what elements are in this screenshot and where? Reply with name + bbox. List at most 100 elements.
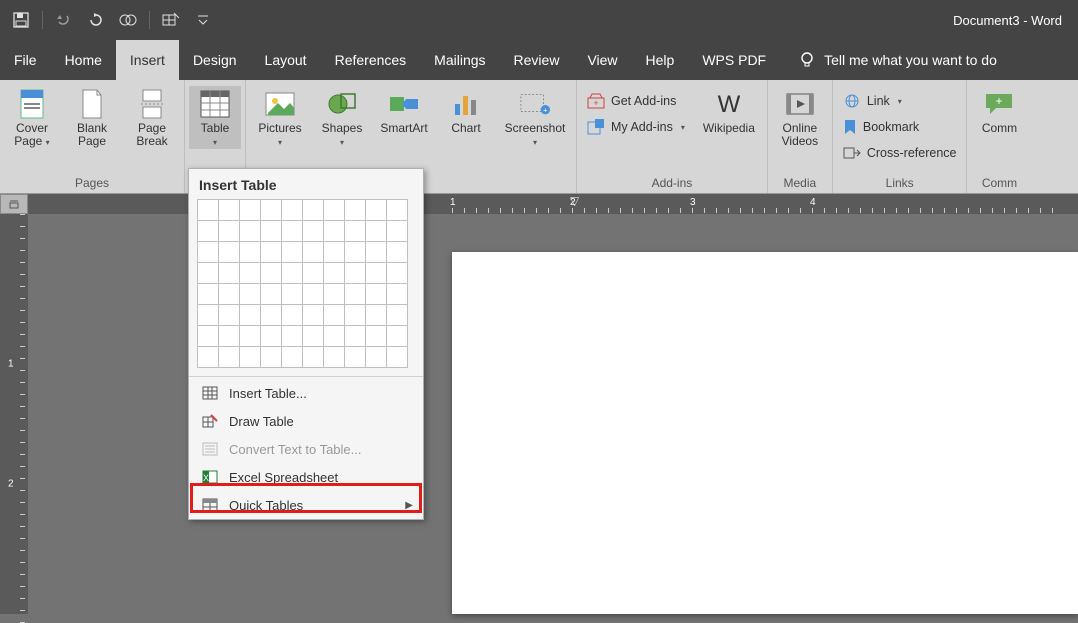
grid-cell[interactable]: [345, 200, 366, 221]
page-break-button[interactable]: Page Break: [126, 86, 178, 148]
grid-cell[interactable]: [282, 305, 303, 326]
document-page[interactable]: [452, 252, 1078, 614]
grid-cell[interactable]: [345, 347, 366, 368]
link-button[interactable]: Link ▾: [839, 90, 961, 112]
tab-home[interactable]: Home: [51, 40, 116, 80]
grid-cell[interactable]: [219, 221, 240, 242]
grid-cell[interactable]: [324, 221, 345, 242]
tab-design[interactable]: Design: [179, 40, 251, 80]
grid-cell[interactable]: [345, 263, 366, 284]
screenshot-button[interactable]: + Screenshot▾: [500, 86, 570, 149]
grid-cell[interactable]: [345, 284, 366, 305]
grid-cell[interactable]: [324, 305, 345, 326]
grid-cell[interactable]: [240, 305, 261, 326]
tab-help[interactable]: Help: [632, 40, 689, 80]
grid-cell[interactable]: [198, 200, 219, 221]
grid-cell[interactable]: [324, 200, 345, 221]
bookmark-button[interactable]: Bookmark: [839, 116, 961, 138]
grid-cell[interactable]: [345, 305, 366, 326]
grid-cell[interactable]: [219, 242, 240, 263]
grid-cell[interactable]: [387, 326, 408, 347]
insert-table-item[interactable]: Insert Table...: [189, 379, 423, 407]
table-size-grid[interactable]: [189, 199, 423, 374]
grid-cell[interactable]: [198, 221, 219, 242]
tab-view[interactable]: View: [573, 40, 631, 80]
smartart-button[interactable]: SmartArt: [376, 86, 432, 135]
grid-cell[interactable]: [198, 347, 219, 368]
grid-cell[interactable]: [366, 326, 387, 347]
blank-page-button[interactable]: Blank Page: [66, 86, 118, 148]
grid-cell[interactable]: [198, 263, 219, 284]
qat-customize-icon[interactable]: [190, 7, 216, 33]
grid-cell[interactable]: [387, 242, 408, 263]
grid-cell[interactable]: [324, 326, 345, 347]
grid-cell[interactable]: [366, 200, 387, 221]
grid-cell[interactable]: [366, 347, 387, 368]
grid-cell[interactable]: [219, 200, 240, 221]
grid-cell[interactable]: [198, 284, 219, 305]
tab-mailings[interactable]: Mailings: [420, 40, 499, 80]
draw-table-item[interactable]: Draw Table: [189, 407, 423, 435]
tab-file[interactable]: File: [0, 40, 51, 80]
grid-cell[interactable]: [366, 263, 387, 284]
grid-cell[interactable]: [198, 242, 219, 263]
grid-cell[interactable]: [345, 221, 366, 242]
grid-cell[interactable]: [261, 284, 282, 305]
undo-icon[interactable]: [51, 7, 77, 33]
grid-cell[interactable]: [303, 200, 324, 221]
grid-cell[interactable]: [240, 263, 261, 284]
grid-cell[interactable]: [219, 263, 240, 284]
redo-icon[interactable]: [83, 7, 109, 33]
grid-cell[interactable]: [345, 242, 366, 263]
grid-cell[interactable]: [282, 347, 303, 368]
tell-me[interactable]: Tell me what you want to do: [798, 40, 997, 80]
grid-cell[interactable]: [366, 242, 387, 263]
grid-cell[interactable]: [198, 305, 219, 326]
grid-cell[interactable]: [324, 242, 345, 263]
ruler-scale[interactable]: ▽ 1234: [452, 194, 1078, 214]
grid-cell[interactable]: [261, 347, 282, 368]
cover-page-button[interactable]: Cover Page ▾: [6, 86, 58, 149]
grid-cell[interactable]: [387, 284, 408, 305]
grid-cell[interactable]: [282, 242, 303, 263]
cross-reference-button[interactable]: Cross-reference: [839, 142, 961, 164]
comment-button[interactable]: + Comm: [973, 86, 1025, 135]
tab-insert[interactable]: Insert: [116, 40, 179, 80]
grid-cell[interactable]: [366, 284, 387, 305]
grid-cell[interactable]: [303, 263, 324, 284]
online-videos-button[interactable]: Online Videos: [774, 86, 826, 148]
grid-cell[interactable]: [261, 242, 282, 263]
grid-cell[interactable]: [345, 326, 366, 347]
my-addins-button[interactable]: My Add-ins ▾: [583, 116, 689, 138]
save-icon[interactable]: [8, 7, 34, 33]
grid-cell[interactable]: [387, 221, 408, 242]
grid-cell[interactable]: [219, 347, 240, 368]
grid-cell[interactable]: [387, 263, 408, 284]
get-addins-button[interactable]: + Get Add-ins: [583, 90, 689, 112]
tab-wps-pdf[interactable]: WPS PDF: [688, 40, 780, 80]
grid-cell[interactable]: [303, 284, 324, 305]
grid-cell[interactable]: [198, 326, 219, 347]
grid-cell[interactable]: [240, 284, 261, 305]
grid-cell[interactable]: [240, 347, 261, 368]
grid-cell[interactable]: [282, 263, 303, 284]
grid-cell[interactable]: [240, 200, 261, 221]
grid-cell[interactable]: [282, 284, 303, 305]
chart-button[interactable]: Chart: [440, 86, 492, 135]
touch-mode-icon[interactable]: [115, 7, 141, 33]
ruler-vertical[interactable]: 12: [0, 214, 28, 614]
grid-cell[interactable]: [324, 263, 345, 284]
grid-cell[interactable]: [366, 221, 387, 242]
grid-cell[interactable]: [387, 347, 408, 368]
draw-table-qat-icon[interactable]: [158, 7, 184, 33]
wikipedia-button[interactable]: W Wikipedia: [697, 86, 761, 135]
grid-cell[interactable]: [261, 305, 282, 326]
grid-cell[interactable]: [324, 347, 345, 368]
grid-cell[interactable]: [282, 200, 303, 221]
tab-review[interactable]: Review: [500, 40, 574, 80]
grid-cell[interactable]: [387, 305, 408, 326]
table-button[interactable]: Table▾: [189, 86, 241, 149]
grid-cell[interactable]: [240, 242, 261, 263]
shapes-button[interactable]: Shapes▾: [316, 86, 368, 149]
tab-references[interactable]: References: [321, 40, 421, 80]
